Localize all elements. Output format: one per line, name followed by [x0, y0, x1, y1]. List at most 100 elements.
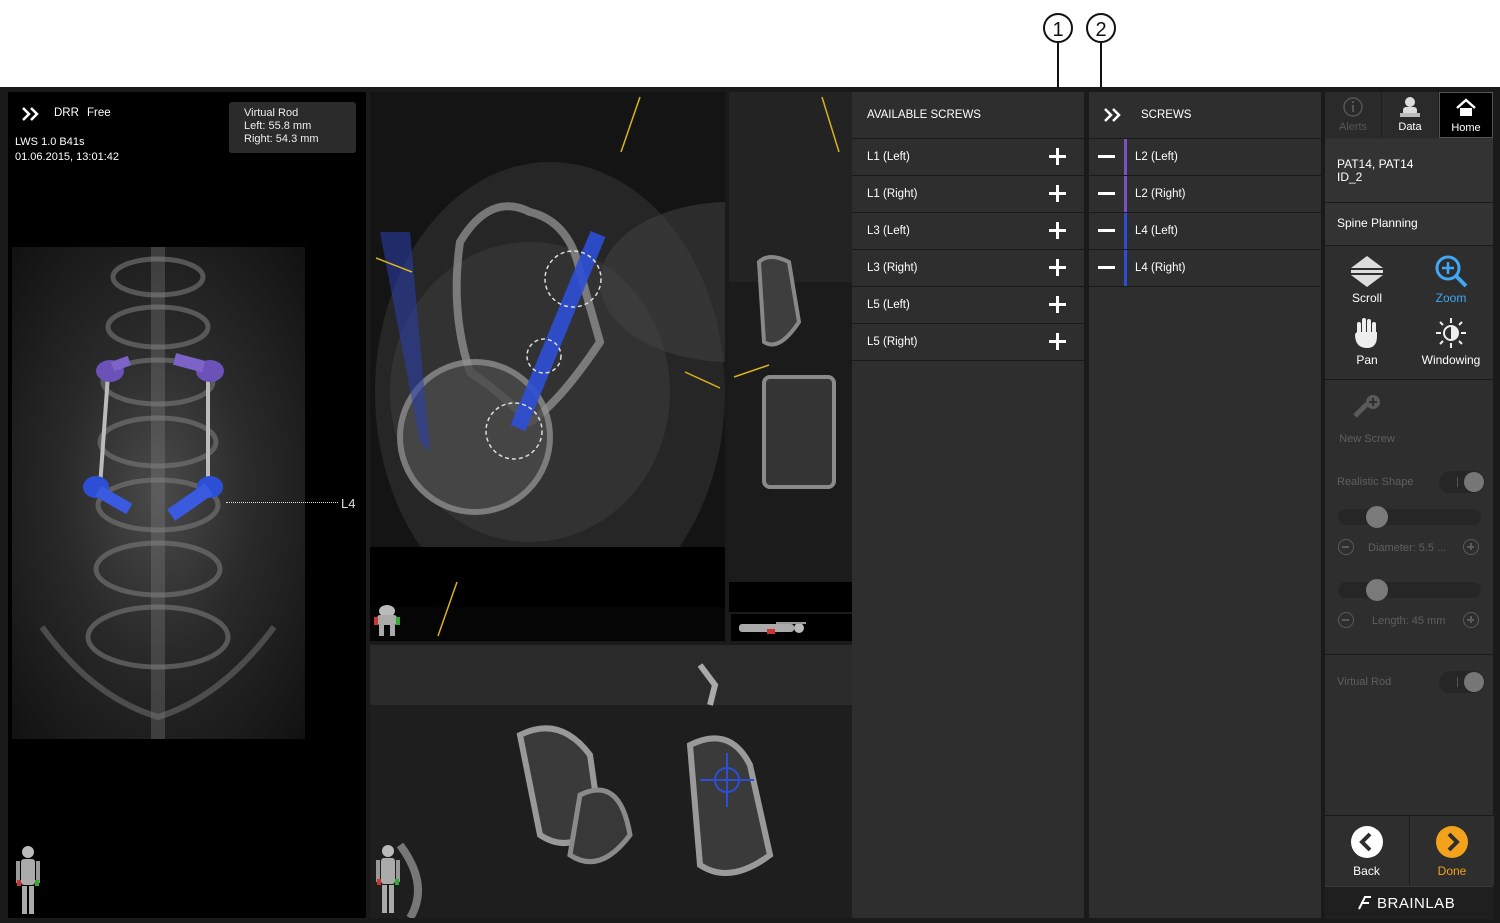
- pan-tool[interactable]: Pan: [1327, 316, 1407, 367]
- level-label: L4: [341, 496, 356, 511]
- data-button[interactable]: Data: [1382, 92, 1438, 138]
- back-label: Back: [1353, 864, 1380, 878]
- screw-color-indicator: [1124, 176, 1127, 212]
- available-screw-label: L5 (Left): [867, 299, 910, 311]
- virtual-rod-label: Virtual Rod: [1337, 676, 1392, 688]
- add-screw-icon[interactable]: [1049, 296, 1066, 313]
- length-label: Length: 45 mm: [1372, 615, 1446, 627]
- rod-right: Right: 54.3 mm: [244, 133, 319, 145]
- available-screw-row[interactable]: L3 (Left): [852, 213, 1084, 250]
- sagittal-ct-graphic: [729, 92, 852, 641]
- remove-screw-icon[interactable]: [1098, 192, 1115, 195]
- planned-screw-label: L2 (Right): [1135, 188, 1186, 200]
- back-button[interactable]: Back: [1325, 816, 1408, 885]
- new-screw-label: New Screw: [1339, 433, 1395, 445]
- coronal-ct-graphic: [370, 645, 852, 918]
- planned-screw-label: L4 (Right): [1135, 262, 1186, 274]
- axial-orientation-icon: [372, 603, 402, 637]
- available-screws-header: AVAILABLE SCREWS: [852, 92, 1084, 139]
- windowing-icon: [1436, 318, 1466, 348]
- coronal-ct-view[interactable]: [370, 645, 852, 918]
- rod-left: Left: 55.8 mm: [244, 120, 312, 132]
- available-screw-row[interactable]: L1 (Left): [852, 139, 1084, 176]
- diameter-label: Diameter: 5.5 ...: [1368, 542, 1447, 554]
- new-screw-button[interactable]: New Screw: [1325, 392, 1409, 445]
- diameter-slider[interactable]: [1338, 506, 1481, 528]
- sagittal-orientation-icon: [731, 614, 852, 641]
- windowing-label: Windowing: [1421, 353, 1481, 367]
- screw-color-indicator: [1124, 250, 1127, 286]
- pan-label: Pan: [1356, 353, 1378, 367]
- spine-drr-graphic: [39, 247, 277, 739]
- screw-color-indicator: [1124, 139, 1127, 175]
- length-increase-button[interactable]: [1463, 612, 1479, 628]
- patient-info[interactable]: PAT14, PAT14 ID_2: [1325, 139, 1493, 203]
- brainlab-logo-icon: [1358, 896, 1371, 910]
- add-screw-icon[interactable]: [1049, 222, 1066, 239]
- available-screw-row[interactable]: L5 (Left): [852, 287, 1084, 324]
- top-navigation: Alerts Data Home: [1325, 92, 1493, 138]
- collapse-chevron-icon[interactable]: [1102, 105, 1126, 125]
- available-screw-label: L1 (Left): [867, 151, 910, 163]
- length-slider-knob[interactable]: [1366, 579, 1388, 601]
- add-screw-icon[interactable]: [1049, 333, 1066, 350]
- diameter-decrease-button[interactable]: [1338, 539, 1354, 555]
- planned-screw-row[interactable]: L2 (Right): [1089, 176, 1321, 213]
- info-icon: [1343, 97, 1363, 117]
- home-icon: [1456, 98, 1476, 116]
- patient-id: ID_2: [1337, 170, 1363, 184]
- planned-screw-row[interactable]: L4 (Left): [1089, 213, 1321, 250]
- patient-name: PAT14, PAT14: [1337, 157, 1414, 171]
- brand-label: BRAINLAB: [1377, 895, 1456, 912]
- remove-screw-icon[interactable]: [1098, 155, 1115, 158]
- l4-leader-line: [226, 502, 338, 503]
- add-screw-icon[interactable]: [1049, 148, 1066, 165]
- zoom-label: Zoom: [1435, 291, 1467, 305]
- screw-color-indicator: [1124, 213, 1127, 249]
- axial-ct-view[interactable]: [370, 92, 725, 641]
- remove-screw-icon[interactable]: [1098, 229, 1115, 232]
- length-decrease-button[interactable]: [1338, 612, 1354, 628]
- planned-screw-row[interactable]: L4 (Right): [1089, 250, 1321, 287]
- home-button[interactable]: Home: [1439, 92, 1493, 138]
- scroll-label: Scroll: [1351, 291, 1382, 305]
- workflow-label: Spine Planning: [1337, 216, 1418, 230]
- alerts-label: Alerts: [1338, 121, 1368, 133]
- callout-2: 2: [1086, 13, 1116, 43]
- patient-data-icon: [1400, 97, 1420, 117]
- diameter-slider-knob[interactable]: [1366, 506, 1388, 528]
- realistic-shape-toggle[interactable]: [1439, 471, 1485, 493]
- drr-mode-label: DRR: [54, 107, 79, 119]
- coronal-orientation-icon: [374, 843, 402, 915]
- available-screw-row[interactable]: L3 (Right): [852, 250, 1084, 287]
- scroll-tool[interactable]: Scroll: [1327, 254, 1407, 305]
- series-label: LWS 1.0 B41s: [15, 136, 85, 148]
- drr-xray-image[interactable]: [12, 247, 305, 739]
- available-screw-row[interactable]: L1 (Right): [852, 176, 1084, 213]
- body-orientation-icon: [14, 844, 42, 916]
- expand-chevron-icon[interactable]: [20, 104, 44, 124]
- workflow-step[interactable]: Spine Planning: [1325, 203, 1493, 246]
- alerts-button[interactable]: Alerts: [1325, 92, 1381, 138]
- add-screw-icon[interactable]: [1049, 259, 1066, 276]
- back-arrow-icon: [1350, 826, 1383, 858]
- remove-screw-icon[interactable]: [1098, 266, 1115, 269]
- available-screw-row[interactable]: L5 (Right): [852, 324, 1084, 361]
- rod-title: Virtual Rod: [244, 107, 299, 119]
- windowing-tool[interactable]: Windowing: [1411, 316, 1491, 367]
- scroll-icon: [1351, 256, 1383, 287]
- available-screws-title: AVAILABLE SCREWS: [867, 109, 981, 121]
- home-label: Home: [1451, 122, 1481, 134]
- sagittal-ct-view[interactable]: [729, 92, 852, 641]
- add-screw-icon[interactable]: [1049, 185, 1066, 202]
- done-button[interactable]: Done: [1409, 816, 1494, 885]
- available-screw-label: L1 (Right): [867, 188, 918, 200]
- new-screw-icon: [1353, 395, 1380, 418]
- virtual-rod-toggle[interactable]: [1439, 671, 1485, 693]
- datetime-label: 01.06.2015, 13:01:42: [15, 151, 119, 163]
- diameter-increase-button[interactable]: [1463, 539, 1479, 555]
- length-slider[interactable]: [1338, 579, 1481, 601]
- zoom-tool[interactable]: Zoom: [1411, 254, 1491, 305]
- right-control-panel: Alerts Data Home PAT14, PAT14 ID_2 Spine…: [1325, 92, 1494, 919]
- planned-screw-row[interactable]: L2 (Left): [1089, 139, 1321, 176]
